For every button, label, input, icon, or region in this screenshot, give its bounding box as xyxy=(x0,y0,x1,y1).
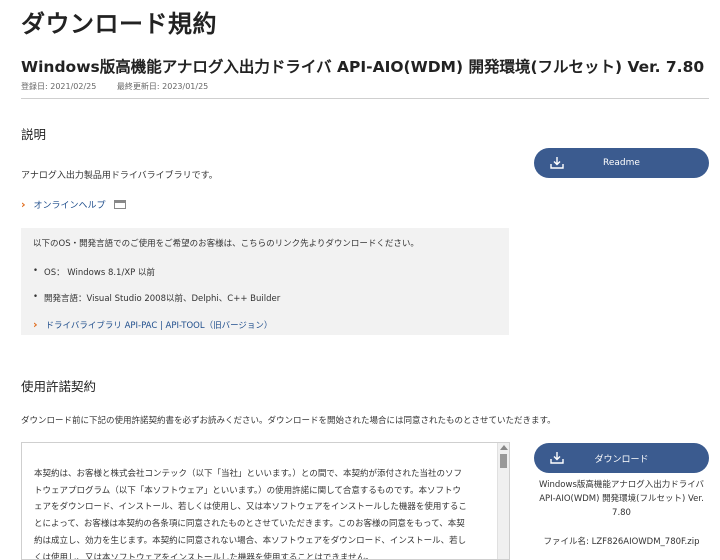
old-version-label: ドライバライブラリ API-PAC | API-TOOL（旧バージョン） xyxy=(45,320,273,331)
os-notice-box: 以下のOS・開発言語でのご使用をご希望のお客様は、こちらのリンク先よりダウンロー… xyxy=(21,228,509,335)
chevron-right-icon: › xyxy=(21,198,26,211)
os-notice-intro: 以下のOS・開発言語でのご使用をご希望のお客様は、こちらのリンク先よりダウンロー… xyxy=(33,239,419,249)
old-version-link[interactable]: › ドライバライブラリ API-PAC | API-TOOL（旧バージョン） xyxy=(33,318,497,331)
scroll-up-icon[interactable] xyxy=(500,445,508,450)
dates: 登録日: 2021/02/25 最終更新日: 2023/01/25 xyxy=(21,81,226,92)
online-help-label: オンラインヘルプ xyxy=(33,201,106,211)
external-window-icon xyxy=(113,200,126,209)
readme-label: Readme xyxy=(603,158,640,168)
product-title: Windows版高機能アナログ入出力ドライバ API-AIO(WDM) 開発環境… xyxy=(21,58,705,76)
list-item: • 開発言語：Visual Studio 2008以前、Delphi、C++ Bu… xyxy=(33,292,281,304)
license-scrollbar[interactable] xyxy=(497,443,509,559)
description-text: アナログ入出力製品用ドライバライブラリです。 xyxy=(21,171,218,181)
download-button[interactable]: ダウンロード xyxy=(534,443,709,473)
page-title: ダウンロード規約 xyxy=(21,10,217,38)
download-icon xyxy=(550,157,564,169)
scroll-thumb[interactable] xyxy=(500,454,507,468)
download-label: ダウンロード xyxy=(594,454,649,465)
description-heading: 説明 xyxy=(21,127,47,142)
download-product-info: Windows版高機能アナログ入出力ドライバ API-AIO(WDM) 開発環境… xyxy=(538,480,705,518)
online-help-link[interactable]: › オンラインヘルプ xyxy=(21,198,126,211)
file-name: ファイル名: LZF826AIOWDM_780F.zip xyxy=(543,537,700,547)
updated-date: 最終更新日: 2023/01/25 xyxy=(116,82,209,91)
list-item: • OS： Windows 8.1/XP 以前 xyxy=(33,266,155,278)
download-icon xyxy=(550,452,564,464)
license-text-box[interactable]: 本契約は、お客様と株式会社コンテック（以下「当社」といいます。）との間で、本契約… xyxy=(21,442,510,560)
license-text: 本契約は、お客様と株式会社コンテック（以下「当社」といいます。）との間で、本契約… xyxy=(34,469,467,560)
registered-date: 登録日: 2021/02/25 xyxy=(21,82,97,91)
chevron-right-icon: › xyxy=(33,318,38,331)
readme-button[interactable]: Readme xyxy=(534,148,709,178)
license-heading: 使用許諾契約 xyxy=(21,379,97,394)
license-intro: ダウンロード前に下記の使用許諾契約書を必ずお読みください。ダウンロードを開始され… xyxy=(21,416,556,426)
divider xyxy=(21,98,709,99)
